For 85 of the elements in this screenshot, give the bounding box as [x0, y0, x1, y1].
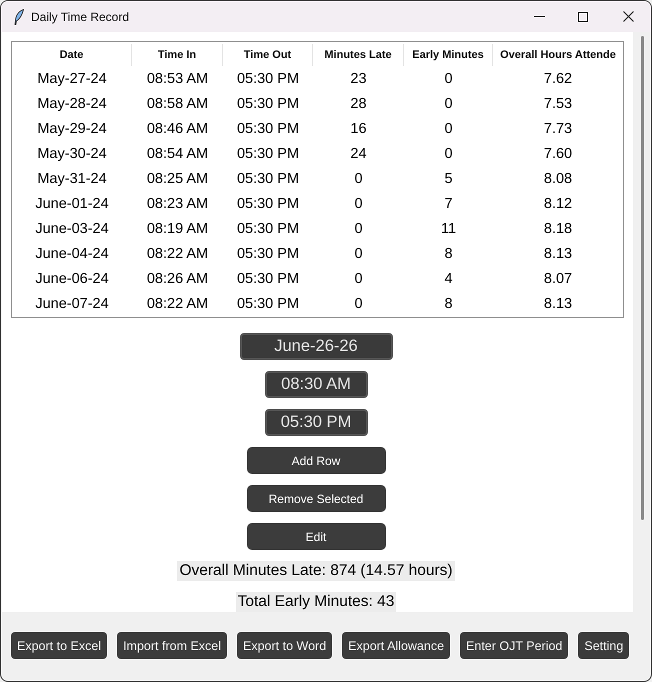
table-cell-text: June-04-24 [34, 245, 110, 264]
table-cell-text: 5 [443, 170, 454, 189]
table-cell-text: 0 [353, 195, 364, 214]
table-cell-text: 0 [443, 145, 454, 164]
table-cell-text: 08:53 AM [146, 70, 210, 89]
table-cell-text: 05:30 PM [236, 70, 300, 89]
window-title: Daily Time Record [31, 10, 130, 24]
table-cell-text: 08:46 AM [146, 120, 210, 139]
table-cell-text: 4 [443, 270, 454, 289]
table-cell-text: 28 [349, 95, 368, 114]
table-cell-text: 05:30 PM [236, 120, 300, 139]
column-header: Overall Hours Attende [499, 48, 617, 62]
table-cell-text: 23 [349, 70, 368, 89]
summary-label: Total Early Minutes: 43 [236, 592, 396, 612]
table-cell-text: June-07-24 [34, 295, 110, 314]
column-header: Date [12, 44, 132, 66]
time-field[interactable]: 08:30 AM [264, 371, 368, 398]
table-cell-text: 05:30 PM [236, 270, 300, 289]
feather-icon [14, 8, 24, 24]
table-cell-text: 24 [349, 145, 368, 164]
table-cell-text: June-03-24 [34, 220, 110, 239]
maximize-icon[interactable] [578, 12, 588, 22]
table-cell-text: 0 [353, 170, 364, 189]
table-cell-text: 16 [349, 120, 368, 139]
date-field[interactable]: June-26-26 [240, 333, 392, 360]
action-button[interactable]: Add Row [246, 447, 386, 474]
table-cell-text: 05:30 PM [236, 220, 300, 239]
table-cell-text: 08:58 AM [146, 95, 210, 114]
table-cell-text: 0 [443, 95, 454, 114]
table-cell-text: 8.08 [542, 170, 574, 189]
table-cell-text: May-28-24 [36, 95, 108, 114]
table-cell-text: 8.07 [542, 270, 574, 289]
table-cell-text: 0 [353, 270, 364, 289]
table-cell-text: 0 [443, 120, 454, 139]
table-cell-text: 0 [353, 220, 364, 239]
toolbar-button[interactable]: Export to Word [237, 632, 332, 659]
toolbar-button[interactable]: Setting [578, 632, 630, 659]
table-cell-text: 08:25 AM [146, 170, 210, 189]
table-cell-text: May-30-24 [36, 145, 108, 164]
table-cell-text: 7 [443, 195, 454, 214]
toolbar-button[interactable]: Export Allowance [342, 632, 450, 659]
column-header: Early Minutes [404, 44, 493, 66]
action-button[interactable]: Remove Selected [246, 485, 386, 512]
table-cell-text: June-01-24 [34, 195, 110, 214]
toolbar-button[interactable]: Enter OJT Period [460, 632, 568, 659]
table-cell-text: 8.18 [542, 220, 574, 239]
table-cell-text: 8.13 [542, 295, 574, 314]
table-cell-text: 7.62 [542, 70, 574, 89]
table-cell-text: 8.13 [542, 245, 574, 264]
scrollbar-thumb[interactable] [640, 36, 644, 520]
table-cell-text: June-06-24 [34, 270, 110, 289]
column-header: Time Out [223, 44, 313, 66]
close-icon[interactable] [623, 11, 634, 22]
summary-label: Overall Minutes Late: 874 (14.57 hours) [177, 561, 455, 581]
table-cell-text: 08:54 AM [146, 145, 210, 164]
table-cell-text: 05:30 PM [236, 95, 300, 114]
toolbar-button[interactable]: Import from Excel [117, 632, 228, 659]
column-header: Minutes Late [313, 44, 404, 66]
table-cell-text: 05:30 PM [236, 145, 300, 164]
table-cell-text: May-31-24 [36, 170, 108, 189]
table-cell-text: 05:30 PM [236, 195, 300, 214]
table-cell-text: 7.60 [542, 145, 574, 164]
table-cell-text: 0 [353, 295, 364, 314]
table-cell-text: 05:30 PM [236, 295, 300, 314]
table-cell-text: 7.53 [542, 95, 574, 114]
time-field[interactable]: 05:30 PM [264, 409, 368, 436]
table-cell-text: 8 [443, 295, 454, 314]
table-cell-text: May-27-24 [36, 70, 108, 89]
table-cell-text: 05:30 PM [236, 245, 300, 264]
toolbar-button[interactable]: Export to Excel [11, 632, 108, 659]
table-cell-text: 0 [353, 245, 364, 264]
column-header: Time In [132, 44, 223, 66]
table-cell-text: 08:22 AM [146, 245, 210, 264]
table-cell-text: 08:26 AM [146, 270, 210, 289]
table-cell-text: 8 [443, 245, 454, 264]
action-button[interactable]: Edit [246, 523, 386, 550]
table-cell-text: May-29-24 [36, 120, 108, 139]
table-cell-text: 08:22 AM [146, 295, 210, 314]
table-cell-text: 05:30 PM [236, 170, 300, 189]
table-cell-text: 8.12 [542, 195, 574, 214]
table-cell-text: 0 [443, 70, 454, 89]
table-cell-text: 08:23 AM [146, 195, 210, 214]
table-cell-text: 11 [440, 220, 458, 239]
table-cell-text: 7.73 [542, 120, 574, 139]
table-cell-text: 08:19 AM [146, 220, 210, 239]
